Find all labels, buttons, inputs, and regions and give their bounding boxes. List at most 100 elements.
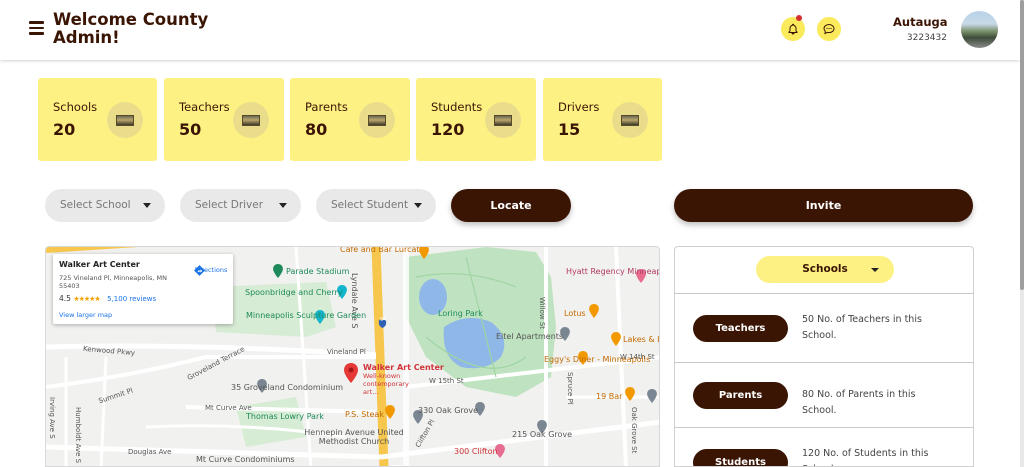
directions-icon bbox=[194, 265, 205, 276]
stat-card-parents[interactable]: Parents 80 bbox=[290, 78, 410, 161]
map-view[interactable]: Cafe and Bar Lurcat Lyndale Ave S Parade… bbox=[45, 246, 660, 467]
map-label-douglas: Douglas Ave bbox=[128, 448, 172, 456]
map-label-humboldt: Humboldt Ave S bbox=[74, 407, 82, 464]
stadium-pin-icon[interactable] bbox=[273, 264, 283, 278]
lotus-pin-icon[interactable] bbox=[589, 304, 599, 318]
stat-card-teachers[interactable]: Teachers 50 bbox=[164, 78, 284, 161]
place-rating: 4.5 ★★★★★ 5,100 reviews bbox=[59, 294, 156, 303]
stat-label: Teachers bbox=[179, 100, 230, 114]
invite-button[interactable]: Invite bbox=[674, 189, 973, 222]
stat-value: 120 bbox=[431, 120, 465, 139]
notifications-button[interactable] bbox=[781, 15, 805, 41]
user-name: Autauga bbox=[893, 15, 948, 29]
map-label-walker-sub: Well-known contemporary art... bbox=[363, 372, 409, 396]
stat-value: 50 bbox=[179, 120, 202, 139]
list-item: Teachers 50 No. of Teachers in this Scho… bbox=[675, 293, 973, 363]
students-button[interactable]: Students bbox=[693, 449, 788, 466]
map-label-cafe: Cafe and Bar Lurcat bbox=[340, 246, 420, 254]
messages-button[interactable] bbox=[817, 17, 841, 41]
steak-pin-icon[interactable] bbox=[385, 405, 395, 419]
bell-icon bbox=[788, 23, 798, 35]
directions-button[interactable]: Directions bbox=[193, 264, 229, 276]
teachers-button[interactable]: Teachers bbox=[693, 315, 788, 342]
map-label-parade: Parade Stadium bbox=[286, 267, 350, 276]
student-image-icon bbox=[485, 102, 521, 138]
map-label-eggys: Eggy's Diner - Minneapolis bbox=[544, 355, 651, 364]
map-label-spoonbridge: Spoonbridge and Cherry bbox=[245, 288, 343, 297]
caret-down-icon bbox=[414, 203, 422, 208]
teacher-image-icon bbox=[233, 102, 269, 138]
map-label-w14: W 14th St bbox=[620, 353, 655, 361]
select-student-dropdown[interactable]: Select Student bbox=[316, 189, 436, 222]
select-school-dropdown[interactable]: Select School bbox=[45, 189, 165, 222]
map-label-vineland: Vineland Pl bbox=[327, 348, 366, 356]
stat-card-students[interactable]: Students 120 bbox=[416, 78, 536, 161]
stat-card-drivers[interactable]: Drivers 15 bbox=[543, 78, 662, 161]
map-label-clifton300: 300 Clifton bbox=[454, 447, 498, 456]
reviews-link[interactable]: 5,100 reviews bbox=[107, 295, 156, 303]
map-label-walker: Walker Art Center bbox=[363, 363, 444, 372]
map-label-lotus: Lotus bbox=[564, 309, 586, 318]
location-pin-icon[interactable] bbox=[647, 389, 657, 403]
rating-value: 4.5 bbox=[59, 294, 71, 303]
map-label-lakes: Lakes & Legends Brewing Co bbox=[623, 335, 659, 344]
map-label-mtcurve-condo: Mt Curve Condominiums bbox=[196, 455, 295, 464]
driver-image-icon bbox=[612, 102, 648, 138]
stat-label: Parents bbox=[305, 100, 348, 114]
stat-value: 15 bbox=[558, 120, 581, 139]
select-driver-dropdown[interactable]: Select Driver bbox=[180, 189, 301, 222]
caret-down-icon bbox=[279, 203, 287, 208]
list-item: Students 120 No. of Students in this Sch… bbox=[675, 427, 973, 466]
stat-card-schools[interactable]: Schools 20 bbox=[38, 78, 157, 161]
school-image-icon bbox=[107, 102, 143, 138]
top-header: Welcome County Admin! Autauga 3223432 bbox=[0, 0, 1020, 60]
avatar[interactable] bbox=[961, 11, 998, 48]
restaurant-pin-icon[interactable] bbox=[419, 246, 429, 259]
chat-icon bbox=[823, 23, 835, 35]
map-label-irving: Irving Ave S bbox=[48, 397, 56, 439]
stat-label: Schools bbox=[53, 100, 98, 114]
stat-value: 80 bbox=[305, 120, 328, 139]
map-label-hwy: 94 bbox=[380, 317, 387, 323]
notification-dot bbox=[796, 15, 802, 21]
rating-stars-icon: ★★★★★ bbox=[73, 295, 100, 303]
brewery-pin-icon[interactable] bbox=[611, 332, 621, 346]
select-driver-placeholder: Select Driver bbox=[195, 199, 264, 211]
teachers-description: 50 No. of Teachers in this School. bbox=[802, 314, 922, 341]
map-label-bar19: 19 Bar bbox=[596, 392, 623, 401]
map-label-hennepin: Hennepin Avenue United Methodist Church bbox=[304, 428, 404, 446]
students-description: 120 No. of Students in this School. bbox=[802, 448, 929, 466]
parents-description: 80 No. of Parents in this School. bbox=[802, 389, 916, 416]
map-label-loring: Loring Park bbox=[438, 309, 483, 318]
parents-button[interactable]: Parents bbox=[693, 382, 788, 409]
stat-value: 20 bbox=[53, 120, 76, 139]
map-label-oak330: 330 Oak Grove bbox=[418, 406, 479, 415]
view-larger-map-link[interactable]: View larger map bbox=[59, 311, 112, 319]
place-info-card: Walker Art Center 725 Vineland Pl, Minne… bbox=[53, 254, 233, 324]
stat-label: Students bbox=[431, 100, 483, 114]
scrollbar-thumb[interactable] bbox=[1020, 0, 1024, 290]
map-label-eitel: Eitel Apartments bbox=[496, 332, 564, 341]
hamburger-menu-icon[interactable] bbox=[29, 21, 44, 35]
schools-dropdown-label: Schools bbox=[802, 263, 848, 275]
map-label-oak215: 215 Oak Grove bbox=[512, 430, 573, 439]
list-item: Parents 80 No. of Parents in this School… bbox=[675, 362, 973, 428]
map-label-w15: W 15th St bbox=[429, 377, 464, 385]
map-label-thomas: Thomas Lowry Park bbox=[246, 412, 324, 421]
map-label-groveland-condo: 35 Groveland Condominium bbox=[231, 383, 344, 392]
school-summary-panel: Schools Teachers 50 No. of Teachers in t… bbox=[674, 246, 974, 467]
place-title: Walker Art Center bbox=[59, 260, 140, 269]
walker-art-center-pin-icon[interactable] bbox=[344, 363, 358, 383]
map-label-ps-steak: P.S. Steak bbox=[345, 410, 384, 419]
locate-button[interactable]: Locate bbox=[451, 189, 571, 222]
caret-down-icon bbox=[143, 203, 151, 208]
parent-image-icon bbox=[359, 102, 395, 138]
bar-pin-icon[interactable] bbox=[625, 387, 635, 401]
schools-dropdown[interactable]: Schools bbox=[756, 256, 894, 283]
stat-label: Drivers bbox=[558, 100, 600, 114]
select-school-placeholder: Select School bbox=[60, 199, 131, 211]
caret-down-icon bbox=[871, 268, 879, 272]
map-label-sculpture: Minneapolis Sculpture Garden bbox=[246, 311, 367, 320]
place-address: 725 Vineland Pl, Minneapolis, MN 55403 bbox=[59, 274, 167, 290]
select-student-placeholder: Select Student bbox=[331, 199, 409, 211]
